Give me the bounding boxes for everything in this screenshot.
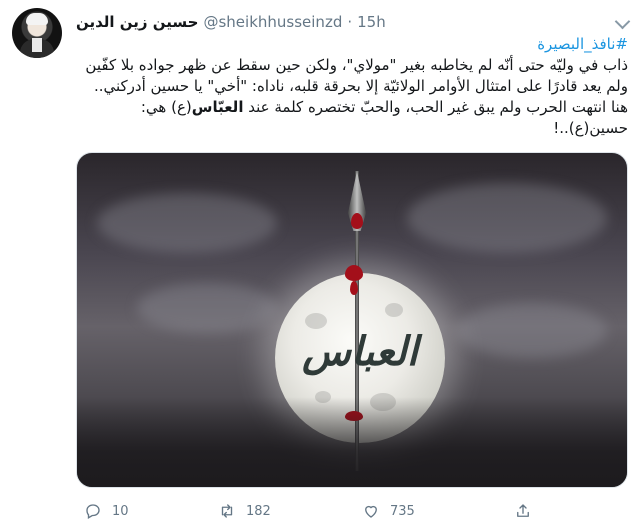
tweet-paragraph-1: ذاب في وليّه حتى أنّه لم يخاطبه بغير "مو… [85, 56, 628, 95]
retweet-icon [218, 502, 236, 520]
reply-button[interactable]: 10 [84, 498, 129, 524]
like-button[interactable]: 735 [362, 498, 415, 524]
display-name[interactable]: حسين زين الدين [76, 13, 198, 31]
retweet-button[interactable]: 182 [218, 498, 271, 524]
tweet-paragraph-2: هنا انتهت الحرب ولم يبق غير الحب، والحبّ… [76, 97, 628, 118]
tweet-text-part: (ع) هي: [140, 98, 192, 116]
reply-icon [84, 502, 102, 520]
share-icon [514, 502, 532, 520]
separator-dot: · [347, 13, 353, 31]
blood-drop [351, 213, 363, 229]
user-handle[interactable]: @sheikhhusseinzd [203, 13, 342, 31]
tweet-text: #نافذ_البصيرة ذاب في وليّه حتى أنّه لم ي… [76, 34, 628, 139]
avatar-collar [32, 38, 42, 52]
tweet-actions: 10 182 735 [76, 498, 628, 524]
hashtag-link[interactable]: #نافذ_البصيرة [537, 35, 628, 53]
chevron-down-icon[interactable] [614, 13, 631, 30]
avatar-turban [26, 13, 48, 25]
blood-drop [350, 281, 358, 295]
moon-crater [305, 313, 327, 329]
share-button[interactable] [514, 498, 532, 524]
tweet-time[interactable]: 15h [357, 13, 386, 31]
cloud [457, 303, 607, 358]
like-count: 735 [390, 503, 415, 519]
calligraphy-text: العباس [302, 328, 418, 375]
tweet-image[interactable]: العباس [76, 152, 628, 488]
tweet-paragraph-3: حسين(ع)..! [553, 119, 628, 137]
cloud [407, 183, 607, 253]
cloud [137, 283, 277, 333]
cloud [97, 193, 277, 253]
reply-count: 10 [112, 503, 129, 519]
like-icon [362, 502, 380, 520]
blood-drop [345, 265, 363, 281]
tweet-bold-word: العبّاس [191, 98, 244, 116]
ground-mist [77, 397, 627, 487]
retweet-count: 182 [246, 503, 271, 519]
moon-crater [385, 303, 403, 317]
avatar[interactable] [12, 8, 62, 58]
tweet-text-part: هنا انتهت الحرب ولم يبق غير الحب، والحبّ… [243, 98, 628, 116]
tweet-header: حسين زين الدين @sheikhhusseinzd · 15h [76, 12, 386, 32]
